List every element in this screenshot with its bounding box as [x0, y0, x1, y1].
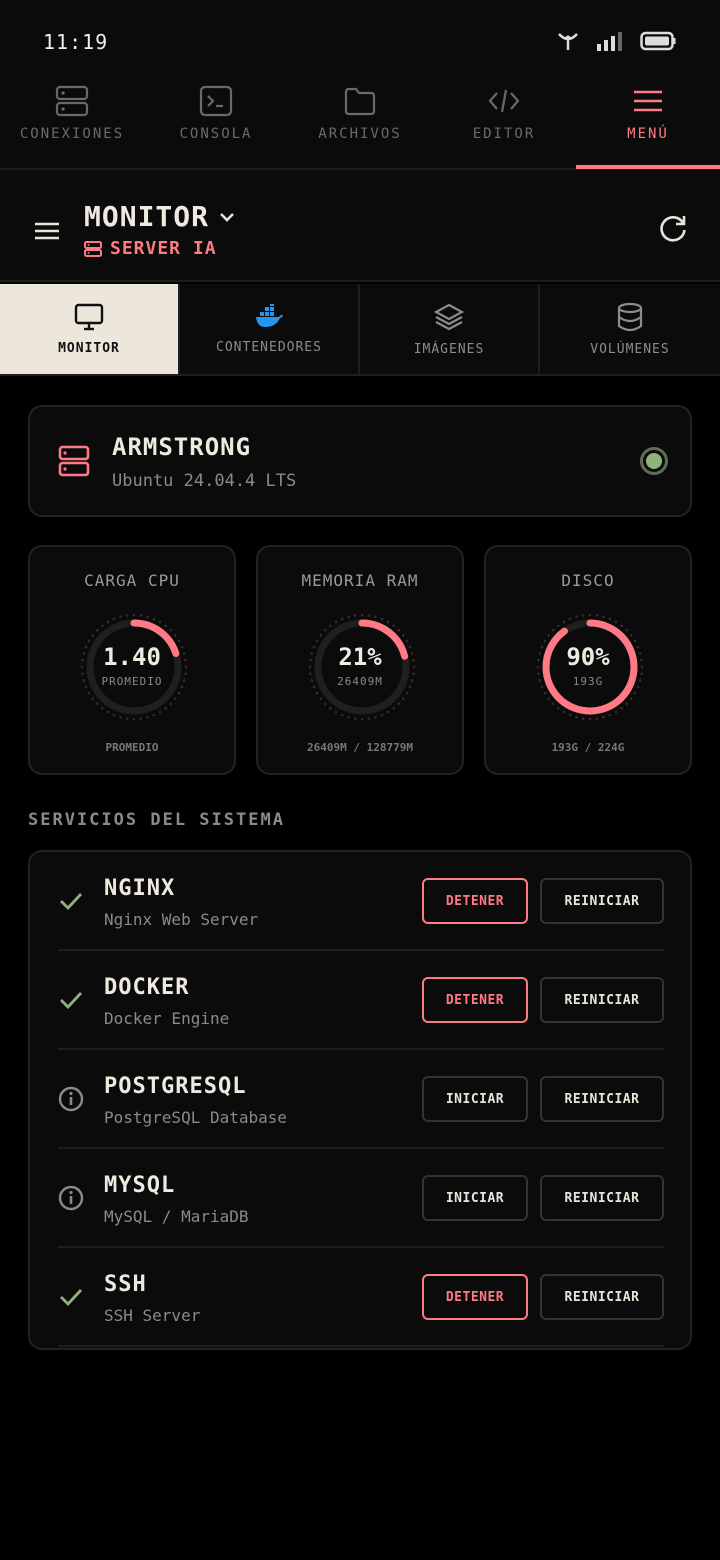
disk-metric-card: DISCO 90% 193G 193G / 224G: [484, 545, 692, 775]
online-status-indicator: [640, 447, 668, 475]
clock: 11:19: [43, 30, 109, 54]
restart-button[interactable]: REINICIAR: [540, 878, 664, 924]
stop-button[interactable]: DETENER: [422, 1274, 528, 1320]
service-name: NGINX: [104, 876, 176, 901]
nav-label: EDITOR: [472, 126, 536, 142]
service-description: Docker Engine: [104, 1009, 230, 1028]
server-name: ARMSTRONG: [112, 433, 252, 461]
service-description: MySQL / MariaDB: [104, 1207, 249, 1226]
layers-icon: [434, 303, 464, 330]
terminal-icon: [199, 85, 233, 117]
check-icon: [58, 987, 84, 1017]
metric-footer: PROMEDIO: [105, 741, 159, 754]
tab-contenedores[interactable]: CONTENEDORES: [180, 284, 360, 374]
server-icon: [58, 445, 90, 477]
nav-label: MENÚ: [627, 126, 669, 142]
page-title-dropdown[interactable]: MONITOR: [84, 200, 235, 233]
server-info-card: ARMSTRONG Ubuntu 24.04.4 LTS: [28, 405, 692, 517]
monitor-icon: [74, 303, 104, 330]
metric-title: MEMORIA RAM: [301, 571, 419, 590]
service-description: PostgreSQL Database: [104, 1108, 288, 1127]
info-icon: [58, 1185, 84, 1215]
nav-consola[interactable]: CONSOLA: [144, 80, 288, 170]
metric-value: 90%: [566, 643, 610, 671]
stop-button[interactable]: DETENER: [422, 878, 528, 924]
service-name: SSH: [104, 1272, 147, 1297]
metric-subvalue: 26409M: [337, 675, 383, 688]
restart-button[interactable]: REINICIAR: [540, 1076, 664, 1122]
nav-label: ARCHIVOS: [318, 126, 402, 142]
service-name: POSTGRESQL: [104, 1074, 247, 1099]
nav-editor[interactable]: EDITOR: [432, 80, 576, 170]
signal-icon: [597, 32, 622, 51]
metric-footer: 193G / 224G: [551, 741, 625, 754]
status-bar: 11:19: [0, 0, 720, 80]
services-section-title: SERVICIOS DEL SISTEMA: [28, 810, 285, 830]
battery-icon: [640, 31, 676, 51]
start-button[interactable]: INICIAR: [422, 1175, 528, 1221]
ram-metric-card: MEMORIA RAM 21% 26409M 26409M / 128779M: [256, 545, 464, 775]
page-title: MONITOR: [84, 200, 210, 233]
code-icon: [488, 89, 520, 113]
service-description: SSH Server: [104, 1306, 201, 1325]
metric-subvalue: 193G: [572, 675, 604, 688]
section-tabs: MONITOR CONTENEDORES IMÁGENES VOLÚMENES: [0, 284, 720, 376]
metric-subvalue: PROMEDIO: [101, 675, 163, 688]
restart-button[interactable]: REINICIAR: [540, 1274, 664, 1320]
metric-title: DISCO: [561, 571, 615, 590]
server-icon: [84, 240, 102, 257]
tab-label: VOLÚMENES: [590, 341, 670, 357]
nav-label: CONEXIONES: [19, 126, 125, 142]
docker-icon: [256, 303, 283, 327]
server-os: Ubuntu 24.04.4 LTS: [112, 471, 297, 491]
metric-title: CARGA CPU: [84, 571, 180, 590]
service-row-docker: DOCKER Docker Engine DETENER REINICIAR: [58, 951, 664, 1050]
tab-label: IMÁGENES: [413, 341, 485, 357]
tab-label: MONITOR: [58, 340, 120, 356]
database-icon: [617, 302, 643, 331]
hamburger-menu-icon[interactable]: [34, 220, 60, 242]
service-row-mysql: MYSQL MySQL / MariaDB INICIAR REINICIAR: [58, 1149, 664, 1248]
service-name: MYSQL: [104, 1173, 176, 1198]
info-icon: [58, 1086, 84, 1116]
nav-label: CONSOLA: [179, 126, 253, 142]
cpu-metric-card: CARGA CPU 1.40 PROMEDIO PROMEDIO: [28, 545, 236, 775]
metric-footer: 26409M / 128779M: [307, 741, 413, 754]
server-subtitle-label: SERVER IA: [110, 238, 217, 259]
hotspot-icon: [558, 33, 578, 50]
tab-volumenes[interactable]: VOLÚMENES: [540, 284, 720, 374]
tab-monitor[interactable]: MONITOR: [0, 284, 180, 374]
top-navigation: CONEXIONES CONSOLA ARCHIVOS EDITOR MENÚ: [0, 80, 720, 170]
service-row-ssh: SSH SSH Server DETENER REINICIAR: [58, 1248, 664, 1347]
folder-icon: [344, 87, 376, 116]
menu-icon: [634, 90, 662, 112]
nav-conexiones[interactable]: CONEXIONES: [0, 80, 144, 170]
chevron-down-icon: [220, 212, 234, 222]
restart-button[interactable]: REINICIAR: [540, 977, 664, 1023]
check-icon: [58, 888, 84, 918]
service-name: DOCKER: [104, 975, 190, 1000]
page-header: MONITOR SERVER IA: [0, 170, 720, 282]
restart-button[interactable]: REINICIAR: [540, 1175, 664, 1221]
tab-label: CONTENEDORES: [216, 339, 322, 355]
check-icon: [58, 1284, 84, 1314]
refresh-icon[interactable]: [658, 214, 688, 244]
nav-menu[interactable]: MENÚ: [576, 80, 720, 170]
server-icon: [55, 85, 89, 117]
service-row-nginx: NGINX Nginx Web Server DETENER REINICIAR: [58, 852, 664, 951]
server-subtitle: SERVER IA: [84, 238, 217, 259]
metric-value: 1.40: [103, 643, 161, 671]
stop-button[interactable]: DETENER: [422, 977, 528, 1023]
start-button[interactable]: INICIAR: [422, 1076, 528, 1122]
service-row-postgresql: POSTGRESQL PostgreSQL Database INICIAR R…: [58, 1050, 664, 1149]
tab-imagenes[interactable]: IMÁGENES: [360, 284, 540, 374]
metric-value: 21%: [338, 643, 382, 671]
nav-archivos[interactable]: ARCHIVOS: [288, 80, 432, 170]
service-description: Nginx Web Server: [104, 910, 259, 929]
services-list: NGINX Nginx Web Server DETENER REINICIAR…: [28, 850, 692, 1350]
